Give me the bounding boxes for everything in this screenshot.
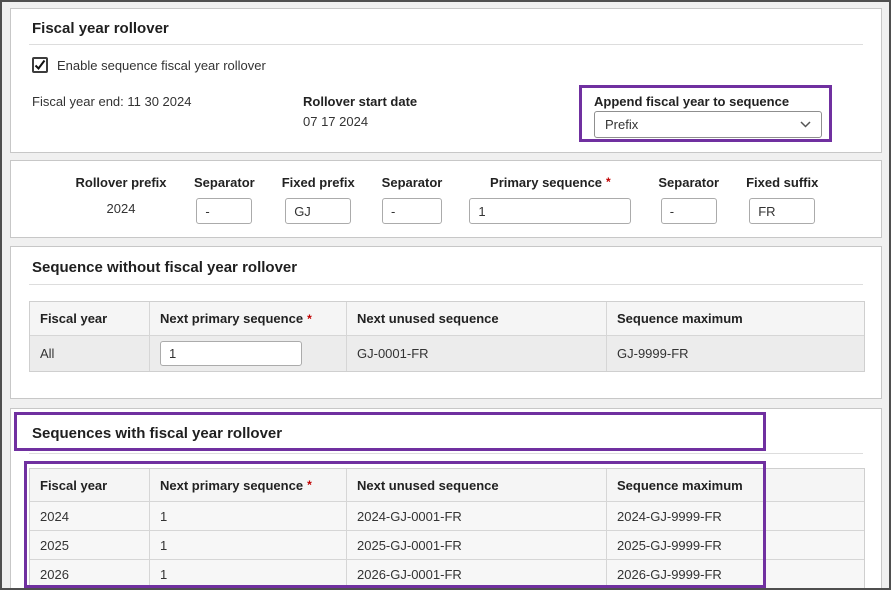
next-primary-cell: 1 [150,560,347,589]
rollover-settings-card: Fiscal year rollover Enable sequence fis… [10,8,882,153]
required-marker: * [307,478,312,492]
required-marker: * [606,175,611,189]
separator-input-1[interactable] [196,198,252,224]
section-divider [29,453,863,454]
separator-label-2: Separator [382,175,443,190]
header-fiscal-year: Fiscal year [30,469,150,502]
fixed-prefix-label: Fixed prefix [282,175,355,190]
header-fiscal-year: Fiscal year [30,302,150,336]
field-separator-1: Separator [194,175,255,224]
header-next-unused-sequence: Next unused sequence [347,469,607,502]
next-unused-cell: 2024-GJ-0001-FR [347,502,607,531]
fiscal-year-cell: 2026 [30,560,150,589]
checkmark-icon [34,59,46,71]
field-fixed-suffix: Fixed suffix [746,175,818,224]
rollover-start-date-value: 07 17 2024 [303,114,368,129]
field-separator-3: Separator [658,175,719,224]
sequence-format-fields: Rollover prefix 2024 Separator Fixed pre… [75,175,818,224]
next-unused-cell: 2025-GJ-0001-FR [347,531,607,560]
fiscal-year-cell: 2024 [30,502,150,531]
fiscal-year-cell: 2025 [30,531,150,560]
next-primary-cell [150,336,347,371]
header-next-unused-sequence: Next unused sequence [347,302,607,336]
section-divider [29,284,863,285]
primary-sequence-label-text: Primary sequence [490,175,602,190]
sequences-with-rollover-table: Fiscal year Next primary sequence * Next … [29,468,865,590]
section-divider [29,44,863,45]
next-unused-cell: 2026-GJ-0001-FR [347,560,607,589]
field-fixed-prefix: Fixed prefix [282,175,355,224]
header-next-primary-sequence: Next primary sequence * [150,302,347,336]
sequence-without-rollover-table: Fiscal year Next primary sequence * Next … [29,301,865,372]
append-fiscal-year-selected-value: Prefix [605,117,638,132]
next-primary-cell: 1 [150,531,347,560]
rollover-prefix-value: 2024 [107,198,136,216]
fixed-prefix-input[interactable] [285,198,351,224]
fixed-suffix-label: Fixed suffix [746,175,818,190]
header-next-primary-sequence: Next primary sequence * [150,469,347,502]
enable-rollover-checkbox[interactable] [32,57,48,73]
separator-input-3[interactable] [661,198,717,224]
next-primary-cell: 1 [150,502,347,531]
fiscal-year-rollover-page: Fiscal year rollover Enable sequence fis… [0,0,891,590]
rollover-start-date-label: Rollover start date [303,94,417,109]
sequence-maximum-cell: 2024-GJ-9999-FR [607,502,864,531]
enable-rollover-row: Enable sequence fiscal year rollover [32,57,266,73]
fixed-suffix-input[interactable] [749,198,815,224]
field-rollover-prefix: Rollover prefix 2024 [75,175,167,216]
header-sequence-maximum: Sequence maximum [607,469,864,502]
next-unused-cell: GJ-0001-FR [347,336,607,371]
primary-sequence-label: Primary sequence * [490,175,611,190]
sequences-with-rollover-card: Sequences with fiscal year rollover Fisc… [10,408,882,590]
separator-input-2[interactable] [382,198,442,224]
field-separator-2: Separator [382,175,443,224]
header-next-primary-text: Next primary sequence [160,311,303,326]
without-rollover-title: Sequence without fiscal year rollover [32,259,297,276]
sequence-without-rollover-card: Sequence without fiscal year rollover Fi… [10,246,882,399]
next-primary-sequence-input[interactable] [160,341,302,366]
append-fiscal-year-label: Append fiscal year to sequence [594,94,789,109]
fiscal-year-cell: All [30,336,150,371]
required-marker: * [307,312,312,326]
sequence-maximum-cell: 2026-GJ-9999-FR [607,560,864,589]
primary-sequence-input[interactable] [469,198,631,224]
sequence-format-card: Rollover prefix 2024 Separator Fixed pre… [10,160,882,238]
sequence-maximum-cell: GJ-9999-FR [607,336,864,371]
header-next-primary-text: Next primary sequence [160,478,303,493]
page-title: Fiscal year rollover [32,20,169,37]
field-primary-sequence: Primary sequence * [469,175,631,224]
separator-label-3: Separator [658,175,719,190]
separator-label-1: Separator [194,175,255,190]
enable-rollover-label: Enable sequence fiscal year rollover [57,58,266,73]
append-fiscal-year-select[interactable]: Prefix [594,111,822,138]
sequence-maximum-cell: 2025-GJ-9999-FR [607,531,864,560]
with-rollover-title: Sequences with fiscal year rollover [32,425,282,442]
header-sequence-maximum: Sequence maximum [607,302,864,336]
fiscal-year-end-text: Fiscal year end: 11 30 2024 [32,94,191,109]
chevron-down-icon [800,121,811,128]
rollover-prefix-label: Rollover prefix [75,175,166,190]
